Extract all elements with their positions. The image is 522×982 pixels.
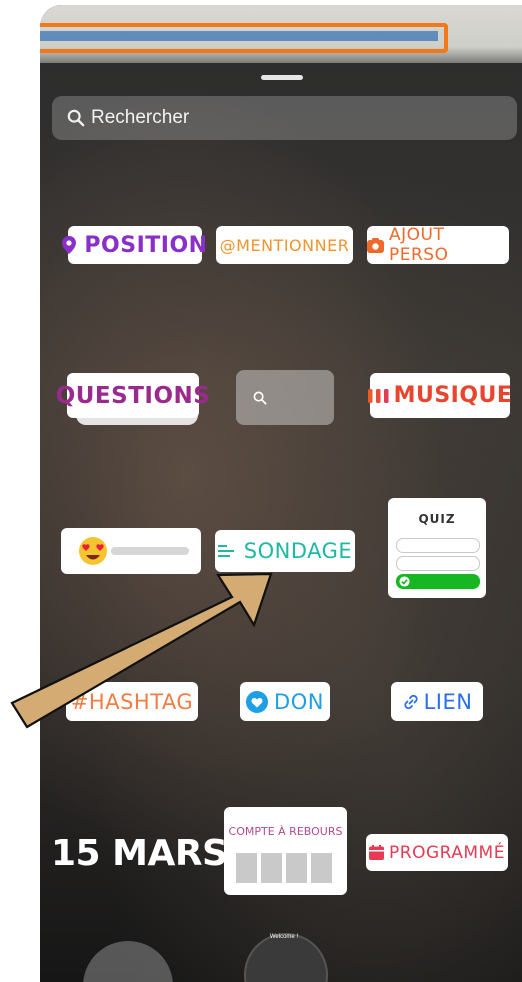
mention-label: @MENTIONNER (219, 235, 350, 255)
poll-lines-icon (217, 545, 234, 557)
heart-icon (246, 690, 269, 713)
lien-sticker[interactable]: LIEN (391, 682, 483, 721)
emoji-slider-track[interactable] (111, 547, 189, 555)
hashtag-label: #HASHTAG (70, 689, 194, 714)
gif-search-sticker[interactable] (236, 370, 334, 425)
position-label: POSITION (84, 232, 208, 258)
check-icon (399, 576, 410, 587)
questions-sticker[interactable]: QUESTIONS (56, 373, 210, 418)
ajout-perso-label: AJOUT PERSO (389, 225, 449, 265)
sondage-label: SONDAGE (243, 539, 353, 563)
musique-sticker[interactable]: MUSIQUE (367, 373, 513, 418)
emoji-slider-sticker[interactable] (61, 528, 201, 574)
quiz-sticker[interactable]: QUIZ (388, 498, 486, 598)
don-sticker[interactable]: DON (240, 682, 330, 721)
musique-label: MUSIQUE (393, 383, 513, 408)
drag-handle[interactable] (261, 75, 303, 80)
location-pin-icon (62, 236, 77, 254)
compte-a-rebours-sticker[interactable]: COMPTE À REBOURS (224, 807, 347, 895)
lien-label: LIEN (423, 689, 473, 714)
hashtag-sticker[interactable]: #HASHTAG (66, 682, 198, 721)
countdown-digit-box (236, 853, 257, 883)
search-icon (67, 109, 85, 127)
search-placeholder: Rechercher (91, 107, 190, 128)
sticker-tray: Rechercher POSITION @MENTIONNER AJOUT PE… (40, 63, 522, 982)
quiz-option (396, 538, 480, 553)
countdown-digit-box (261, 853, 282, 883)
sondage-sticker[interactable]: SONDAGE (215, 530, 355, 572)
calendar-icon (369, 845, 385, 860)
search-icon (253, 391, 267, 405)
quiz-label: QUIZ (418, 512, 456, 526)
quiz-option-correct (396, 574, 480, 589)
mention-sticker[interactable]: @MENTIONNER (216, 226, 353, 264)
ajout-perso-sticker[interactable]: AJOUT PERSO (367, 225, 509, 265)
compte-a-rebours-label: COMPTE À REBOURS (228, 825, 343, 838)
phone-screen: Rechercher POSITION @MENTIONNER AJOUT PE… (40, 5, 522, 982)
countdown-digit-box (311, 853, 332, 883)
position-sticker[interactable]: POSITION (62, 226, 207, 264)
quiz-option (396, 556, 480, 571)
camera-icon (367, 237, 384, 253)
date-sticker[interactable]: 15 MARS (51, 833, 228, 874)
camera-shutter-button[interactable] (83, 941, 173, 982)
music-bars-icon (367, 388, 389, 403)
profile-avatar[interactable] (244, 933, 328, 982)
search-input[interactable]: Rechercher (52, 96, 517, 140)
questions-label: QUESTIONS (55, 382, 211, 409)
link-icon (403, 694, 418, 709)
avatar-caption: Welcome ! (269, 934, 299, 940)
countdown-digit-box (286, 853, 307, 883)
programme-sticker[interactable]: PROGRAMMÉ (366, 834, 508, 871)
programme-label: PROGRAMMÉ (389, 842, 505, 863)
don-label: DON (274, 689, 324, 714)
heart-eyes-emoji-icon (79, 537, 107, 565)
